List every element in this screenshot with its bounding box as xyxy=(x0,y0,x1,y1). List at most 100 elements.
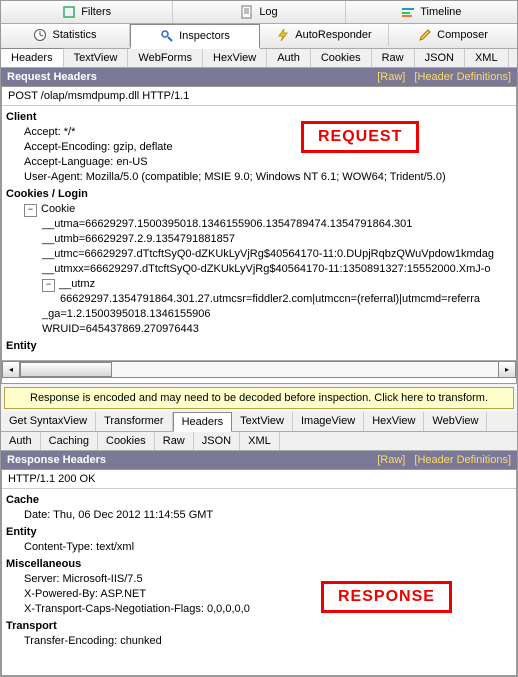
header-item[interactable]: Accept: */* xyxy=(6,125,512,140)
cookie-item[interactable]: 66629297.1354791864.301.27.utmcsr=fiddle… xyxy=(6,292,512,307)
tab-label: Log xyxy=(259,6,277,18)
response-headers-title: Response Headers xyxy=(7,454,106,466)
scroll-right-button[interactable]: ▸ xyxy=(498,361,516,378)
group-client: Client xyxy=(6,110,512,125)
cookie-item[interactable]: __utma=66629297.1500395018.1346155906.13… xyxy=(6,217,512,232)
raw-link[interactable]: [Raw] xyxy=(377,454,405,466)
resp-tab-transformer[interactable]: Transformer xyxy=(96,412,173,431)
resp-tab-webview[interactable]: WebView xyxy=(424,412,487,431)
resp-tab-headers[interactable]: Headers xyxy=(173,412,233,432)
group-cache: Cache xyxy=(6,493,512,508)
tab-label: AutoResponder xyxy=(295,29,371,41)
fiddler-inspector-window: Filters Log Timeline Statistics Inspecto… xyxy=(0,0,518,677)
tab-label: Filters xyxy=(81,6,111,18)
scroll-left-button[interactable]: ◂ xyxy=(2,361,20,378)
top-tabs-row1: Filters Log Timeline xyxy=(1,1,517,24)
request-subtabs: Headers TextView WebForms HexView Auth C… xyxy=(1,49,517,68)
inspectors-icon xyxy=(160,29,174,43)
subtab-json[interactable]: JSON xyxy=(415,49,465,67)
request-headers-title: Request Headers xyxy=(7,71,97,83)
header-item[interactable]: Transfer-Encoding: chunked xyxy=(6,634,512,649)
tab-label: Composer xyxy=(437,29,488,41)
cookie-node[interactable]: −Cookie xyxy=(6,202,512,217)
subtab-textview[interactable]: TextView xyxy=(64,49,129,67)
group-transport: Transport xyxy=(6,619,512,634)
tab-label: Statistics xyxy=(52,29,96,41)
response-pane: HTTP/1.1 200 OK Cache Date: Thu, 06 Dec … xyxy=(1,469,517,676)
group-entity: Entity xyxy=(6,339,512,354)
response-subtabs-row1: Get SyntaxView Transformer Headers TextV… xyxy=(1,412,517,432)
cookie-item[interactable]: WRUID=645437869.270976443 xyxy=(6,322,512,337)
tab-label: Timeline xyxy=(420,6,461,18)
response-tree: Cache Date: Thu, 06 Dec 2012 11:14:55 GM… xyxy=(2,489,516,655)
cookie-item[interactable]: __utmb=66629297.2.9.1354791881857 xyxy=(6,232,512,247)
tab-autoresponder[interactable]: AutoResponder xyxy=(260,24,389,46)
response-headers-bar: Response Headers [Raw] [Header Definitio… xyxy=(1,451,517,469)
response-headers-links: [Raw] [Header Definitions] xyxy=(371,454,511,466)
request-pane: POST /olap/msmdpump.dll HTTP/1.1 Client … xyxy=(1,86,517,384)
subtab-hexview[interactable]: HexView xyxy=(203,49,267,67)
header-item[interactable]: Accept-Encoding: gzip, deflate xyxy=(6,140,512,155)
header-item[interactable]: Content-Type: text/xml xyxy=(6,540,512,555)
top-tabs-row2: Statistics Inspectors AutoResponder Comp… xyxy=(1,24,517,49)
header-item[interactable]: Date: Thu, 06 Dec 2012 11:14:55 GMT xyxy=(6,508,512,523)
cookie-item[interactable]: __utmc=66629297.dTtcftSyQ0-dZKUkLyVjRg$4… xyxy=(6,247,512,262)
tab-log[interactable]: Log xyxy=(173,1,345,23)
scroll-thumb[interactable] xyxy=(20,362,112,377)
group-misc: Miscellaneous xyxy=(6,557,512,572)
header-definitions-link[interactable]: [Header Definitions] xyxy=(414,71,511,83)
log-icon xyxy=(240,5,254,19)
resp-tab-hexview[interactable]: HexView xyxy=(364,412,424,431)
cookie-item[interactable]: _ga=1.2.1500395018.1346155906 xyxy=(6,307,512,322)
subtab-xml[interactable]: XML xyxy=(465,49,509,67)
subtab-webforms[interactable]: WebForms xyxy=(128,49,203,67)
collapse-icon[interactable]: − xyxy=(24,204,37,217)
resp-tab-imageview[interactable]: ImageView xyxy=(293,412,364,431)
header-item[interactable]: Accept-Language: en-US xyxy=(6,155,512,170)
resp-tab-auth[interactable]: Auth xyxy=(1,432,41,450)
header-item[interactable]: User-Agent: Mozilla/5.0 (compatible; MSI… xyxy=(6,170,512,185)
filters-icon xyxy=(62,5,76,19)
subtab-headers[interactable]: Headers xyxy=(1,48,64,67)
subtab-auth[interactable]: Auth xyxy=(267,49,311,67)
response-line: HTTP/1.1 200 OK xyxy=(2,470,516,489)
tab-composer[interactable]: Composer xyxy=(389,24,517,46)
subtab-cookies[interactable]: Cookies xyxy=(311,49,372,67)
resp-tab-cookies[interactable]: Cookies xyxy=(98,432,155,450)
horizontal-scrollbar[interactable]: ◂ ▸ xyxy=(2,360,516,378)
decode-response-bar[interactable]: Response is encoded and may need to be d… xyxy=(4,387,514,409)
resp-tab-textview[interactable]: TextView xyxy=(232,412,293,431)
request-line: POST /olap/msmdpump.dll HTTP/1.1 xyxy=(2,87,516,106)
raw-link[interactable]: [Raw] xyxy=(377,71,405,83)
resp-tab-raw[interactable]: Raw xyxy=(155,432,194,450)
tab-inspectors[interactable]: Inspectors xyxy=(130,24,260,49)
request-tree: Client Accept: */* Accept-Encoding: gzip… xyxy=(2,106,516,360)
tab-timeline[interactable]: Timeline xyxy=(346,1,517,23)
response-lower: HTTP/1.1 200 OK Cache Date: Thu, 06 Dec … xyxy=(1,469,517,676)
header-item[interactable]: X-Transport-Caps-Negotiation-Flags: 0,0,… xyxy=(6,602,512,617)
header-item[interactable]: Server: Microsoft-IIS/7.5 xyxy=(6,572,512,587)
cookie-item[interactable]: __utmxx=66629297.dTtcftSyQ0-dZKUkLyVjRg$… xyxy=(6,262,512,277)
resp-tab-json[interactable]: JSON xyxy=(194,432,240,450)
header-definitions-link[interactable]: [Header Definitions] xyxy=(414,454,511,466)
tab-filters[interactable]: Filters xyxy=(1,1,173,23)
tab-statistics[interactable]: Statistics xyxy=(1,24,130,46)
subtab-raw[interactable]: Raw xyxy=(372,49,415,67)
group-cookies: Cookies / Login xyxy=(6,187,512,202)
resp-tab-xml[interactable]: XML xyxy=(240,432,280,450)
response-subtabs-row2: Auth Caching Cookies Raw JSON XML xyxy=(1,432,517,451)
request-headers-bar: Request Headers [Raw] [Header Definition… xyxy=(1,68,517,86)
scroll-track[interactable] xyxy=(20,361,498,378)
collapse-icon[interactable]: − xyxy=(42,279,55,292)
lightning-icon xyxy=(276,28,290,42)
group-entity: Entity xyxy=(6,525,512,540)
timeline-icon xyxy=(401,5,415,19)
request-headers-links: [Raw] [Header Definitions] xyxy=(371,71,511,83)
header-item[interactable]: X-Powered-By: ASP.NET xyxy=(6,587,512,602)
resp-tab-caching[interactable]: Caching xyxy=(41,432,98,450)
resp-tab-syntaxview[interactable]: Get SyntaxView xyxy=(1,412,96,431)
cookie-utmz-node[interactable]: −__utmz xyxy=(6,277,512,292)
clock-icon xyxy=(33,28,47,42)
tab-label: Inspectors xyxy=(179,30,230,42)
pencil-icon xyxy=(418,28,432,42)
